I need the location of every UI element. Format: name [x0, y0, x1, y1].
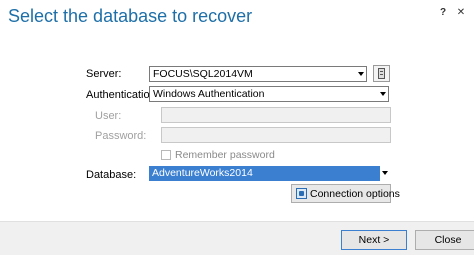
database-label: Database: [86, 169, 137, 181]
authentication-combo[interactable]: Windows Authentication [149, 86, 389, 102]
password-label: Password: [95, 130, 147, 142]
dialog-footer: Next > Close [0, 221, 474, 255]
database-combo[interactable]: AdventureWorks2014 [149, 166, 380, 181]
help-button[interactable]: ? [436, 6, 450, 20]
user-label: User: [95, 110, 122, 122]
chevron-down-icon[interactable] [380, 92, 386, 96]
dialog-title: Select the database to recover [8, 6, 253, 26]
next-button[interactable]: Next > [341, 230, 407, 250]
chevron-down-icon[interactable] [358, 72, 364, 76]
close-button[interactable]: Close [415, 230, 474, 250]
password-field[interactable] [161, 127, 391, 143]
connection-options-button[interactable]: Connection options [291, 184, 400, 203]
authentication-label: Authentication: [86, 89, 159, 101]
server-browse-icon [378, 68, 385, 79]
user-field[interactable] [161, 107, 391, 123]
recover-dialog: Select the database to recover ? ✕ Serve… [0, 0, 474, 255]
remember-password-checkbox[interactable] [161, 150, 171, 160]
server-browse-button[interactable] [373, 65, 390, 82]
connection-options-label: Connection options [310, 188, 400, 200]
server-label: Server: [86, 68, 122, 80]
database-value: AdventureWorks2014 [152, 167, 253, 179]
server-value: FOCUS\SQL2014VM [153, 68, 253, 80]
remember-password-label: Remember password [175, 149, 275, 161]
close-icon[interactable]: ✕ [454, 6, 468, 20]
authentication-value: Windows Authentication [153, 88, 265, 100]
connection-options-icon [296, 188, 307, 199]
chevron-down-icon[interactable] [382, 171, 388, 175]
server-combo[interactable]: FOCUS\SQL2014VM [149, 66, 367, 82]
